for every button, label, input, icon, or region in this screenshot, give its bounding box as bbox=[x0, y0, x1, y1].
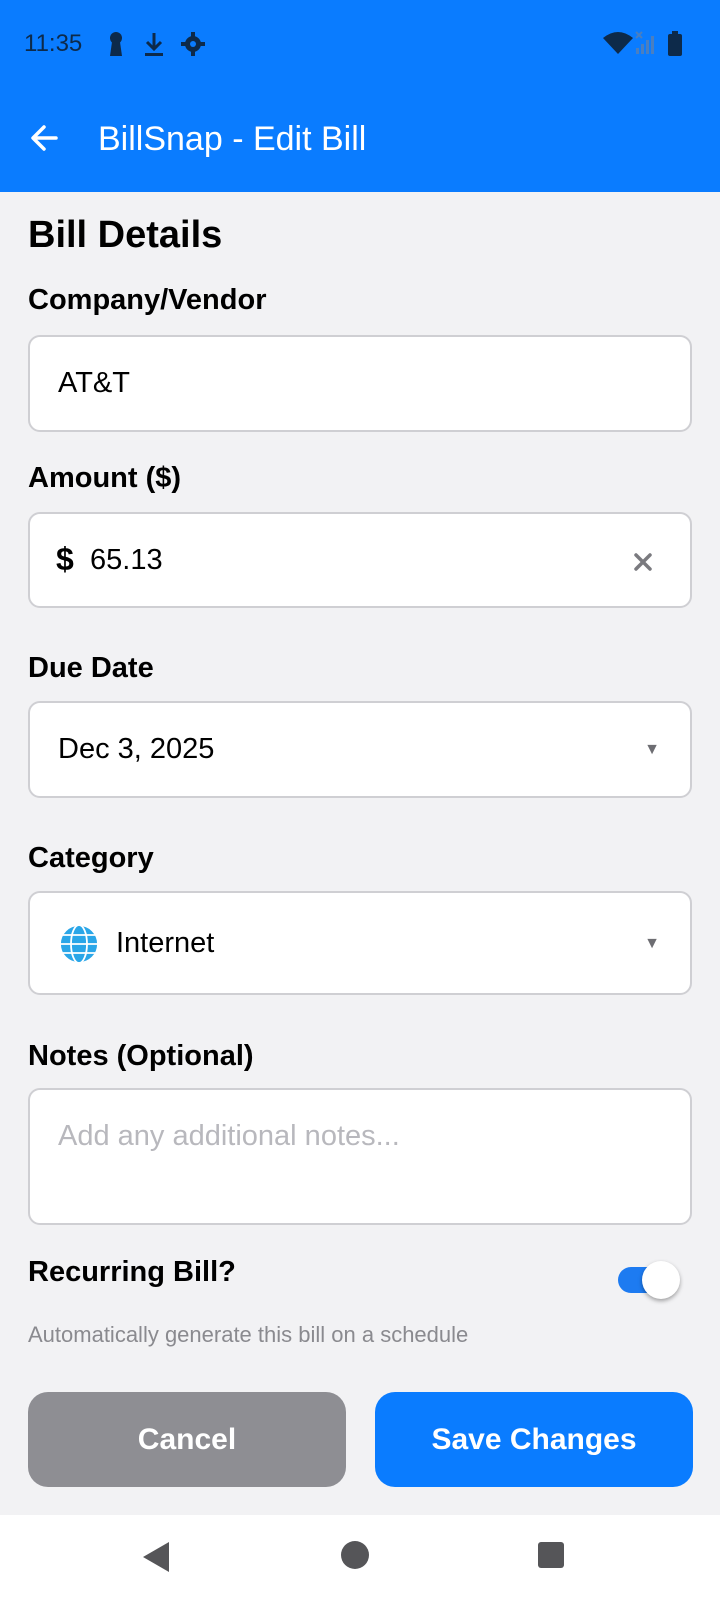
globe-icon bbox=[58, 923, 100, 965]
category-value: Internet bbox=[116, 927, 215, 959]
due-date-value: Dec 3, 2025 bbox=[58, 733, 215, 765]
company-value: AT&T bbox=[58, 367, 130, 399]
edit-bill-form: Bill Details Company/Vendor AT&T Amount … bbox=[0, 192, 720, 1515]
caret-down-icon: ▼ bbox=[644, 741, 660, 758]
recurring-label: Recurring Bill? bbox=[28, 1256, 236, 1288]
category-select[interactable]: Internet ▼ bbox=[28, 891, 692, 995]
back-triangle-icon[interactable] bbox=[140, 1539, 172, 1575]
save-changes-button[interactable]: Save Changes bbox=[375, 1392, 693, 1487]
recurring-toggle[interactable] bbox=[618, 1261, 680, 1299]
section-title: Bill Details bbox=[28, 214, 223, 256]
recents-square-icon[interactable] bbox=[537, 1541, 565, 1569]
keyhole-icon bbox=[104, 30, 130, 58]
signal-icon bbox=[634, 30, 660, 58]
company-input[interactable]: AT&T bbox=[28, 335, 692, 432]
home-circle-icon[interactable] bbox=[340, 1540, 370, 1570]
app-bar: BillSnap - Edit Bill bbox=[0, 90, 720, 192]
cancel-button[interactable]: Cancel bbox=[28, 1392, 346, 1487]
amount-input[interactable]: $ 65.13 bbox=[28, 512, 692, 608]
status-bar: 11:35 bbox=[0, 0, 720, 90]
due-date-picker[interactable]: Dec 3, 2025 ▼ bbox=[28, 701, 692, 798]
status-time: 11:35 bbox=[24, 30, 83, 57]
recurring-helper-text: Automatically generate this bill on a sc… bbox=[28, 1322, 469, 1347]
notes-textarea[interactable]: Add any additional notes... bbox=[28, 1088, 692, 1225]
close-x-icon[interactable] bbox=[632, 551, 654, 573]
battery-icon bbox=[666, 30, 684, 58]
app-title: BillSnap - Edit Bill bbox=[98, 120, 367, 158]
wifi-icon bbox=[602, 30, 634, 58]
back-arrow-icon[interactable] bbox=[26, 118, 66, 158]
company-label: Company/Vendor bbox=[28, 284, 267, 316]
currency-symbol: $ bbox=[56, 541, 74, 577]
amount-value: 65.13 bbox=[90, 544, 163, 576]
notes-label: Notes (Optional) bbox=[28, 1040, 254, 1072]
toggle-knob bbox=[642, 1261, 680, 1299]
settings-gear-icon bbox=[180, 30, 206, 58]
notes-placeholder: Add any additional notes... bbox=[58, 1120, 400, 1152]
caret-down-icon: ▼ bbox=[644, 935, 660, 952]
amount-label: Amount ($) bbox=[28, 462, 182, 494]
due-date-label: Due Date bbox=[28, 652, 154, 684]
system-nav-bar bbox=[0, 1515, 720, 1600]
category-label: Category bbox=[28, 842, 154, 874]
download-icon bbox=[142, 30, 168, 58]
